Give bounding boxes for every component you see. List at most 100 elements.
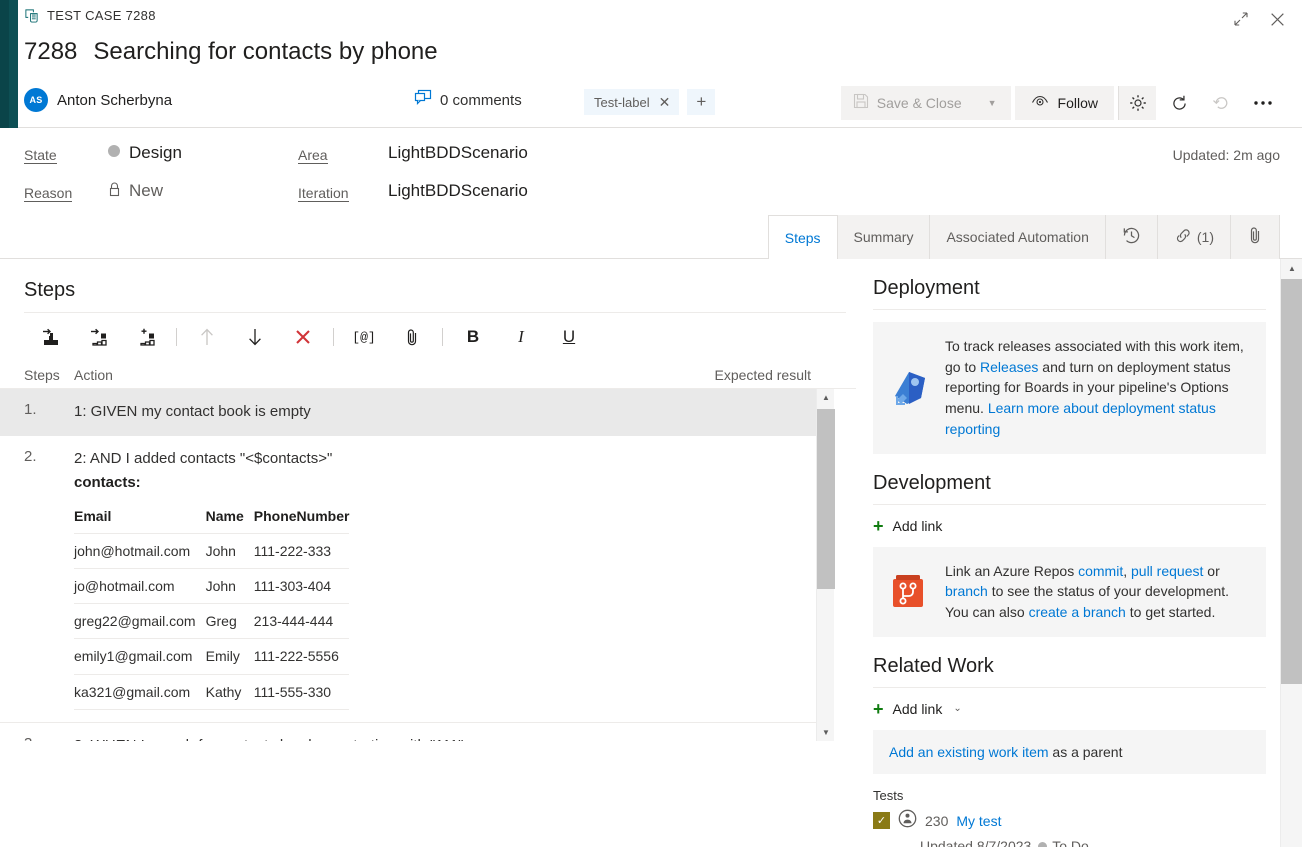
move-up-icon	[183, 317, 231, 357]
add-tag-button[interactable]: +	[687, 89, 716, 115]
cell-phone: 111-222-333	[253, 533, 350, 569]
header-actions: Save & Close ▼ Follow	[840, 86, 1282, 120]
table-row: john@hotmail.com John 111-222-333	[74, 533, 350, 569]
plus-icon: +	[873, 515, 884, 536]
cell-email: jo@hotmail.com	[74, 568, 206, 605]
scroll-up-icon[interactable]: ▲	[1281, 259, 1302, 277]
table-row[interactable]: 3. 3: WHEN I search for contacts by phon…	[0, 723, 816, 741]
work-item-title[interactable]: Searching for contacts by phone	[93, 38, 437, 66]
move-down-icon[interactable]	[231, 317, 279, 357]
table-row: ka321@gmail.com Kathy 111-555-330	[74, 674, 350, 711]
test-status-check-icon[interactable]: ✓	[873, 812, 890, 830]
test-name-link[interactable]: My test	[956, 813, 1001, 829]
related-work-section-title: Related Work	[873, 654, 994, 677]
development-info-text: Link an Azure Repos commit, pull request…	[945, 561, 1250, 623]
scroll-down-icon[interactable]: ▼	[817, 724, 835, 741]
table-row: emily1@gmail.com Emily 111-222-5556	[74, 638, 350, 675]
window-controls	[1224, 4, 1294, 34]
area-field-value[interactable]: LightBDDScenario	[388, 143, 528, 163]
related-work-add-link-button[interactable]: + Add link ⌄	[873, 700, 1280, 718]
undo-icon	[1202, 86, 1240, 120]
step-action[interactable]: 3: WHEN I search for contacts by phone s…	[74, 735, 816, 741]
table-row[interactable]: 1. 1: GIVEN my contact book is empty	[0, 389, 816, 436]
comments-count-label: 0 comments	[440, 91, 522, 109]
step-action-text: 2: AND I added contacts "<$contacts>"	[74, 449, 333, 467]
italic-icon[interactable]: I	[497, 317, 545, 357]
step-number: 1.	[24, 401, 37, 418]
save-icon	[853, 93, 869, 114]
chevron-down-icon[interactable]: ▼	[976, 98, 1009, 108]
attach-icon[interactable]	[388, 317, 436, 357]
cell-name: Greg	[205, 603, 254, 640]
scrollbar-thumb[interactable]	[817, 409, 835, 589]
scroll-up-icon[interactable]: ▲	[817, 389, 835, 406]
chevron-down-icon[interactable]: ⌄	[953, 703, 961, 714]
development-text-3: or	[1203, 562, 1220, 579]
underline-icon[interactable]: U	[545, 317, 593, 357]
cell-email: ka321@gmail.com	[74, 674, 206, 711]
tab-history[interactable]	[1104, 215, 1157, 259]
state-dot-icon	[1038, 841, 1048, 847]
add-existing-work-item-link[interactable]: Add an existing work item	[889, 744, 1049, 760]
more-actions-icon[interactable]	[1244, 86, 1282, 120]
cell-phone: 213-444-444	[253, 603, 350, 640]
test-id: 230	[925, 812, 949, 829]
work-item-meta-row: AS Anton Scherbyna 0 comments Test-label…	[24, 86, 1292, 124]
create-a-branch-link[interactable]: create a branch	[1029, 604, 1126, 620]
table-row: jo@hotmail.com John 111-303-404	[74, 568, 350, 605]
table-row[interactable]: 2. 2: AND I added contacts "<$contacts>"…	[0, 436, 816, 724]
test-case-small-icon	[898, 809, 917, 833]
collapse-icon[interactable]	[1224, 4, 1258, 34]
follow-eye-icon	[1031, 94, 1049, 113]
insert-shared-step-icon[interactable]	[74, 317, 122, 357]
releases-link[interactable]: Releases	[980, 359, 1038, 375]
comments-link[interactable]: 0 comments	[414, 89, 522, 111]
step-action[interactable]: 1: GIVEN my contact book is empty	[74, 401, 816, 423]
follow-button[interactable]: Follow	[1014, 86, 1114, 120]
pull-request-link[interactable]: pull request	[1131, 563, 1203, 579]
scrollbar-thumb[interactable]	[1281, 279, 1302, 684]
work-item-type-row: TEST CASE 7288	[24, 8, 156, 23]
tag-remove-icon[interactable]: ✕	[659, 95, 671, 109]
save-and-close-button[interactable]: Save & Close ▼	[840, 86, 1011, 120]
test-updated-date: Updated 8/7/2023,	[920, 837, 1036, 847]
refresh-icon[interactable]	[1160, 86, 1198, 120]
tab-steps[interactable]: Steps	[767, 215, 837, 260]
step-parameter-title: contacts:	[74, 473, 141, 491]
delete-icon[interactable]	[279, 317, 327, 357]
test-case-icon	[24, 8, 39, 23]
bold-icon[interactable]: B	[449, 317, 497, 357]
steps-vertical-scrollbar[interactable]: ▲ ▼	[816, 389, 835, 741]
development-add-link-button[interactable]: + Add link	[873, 517, 1280, 535]
state-field-value[interactable]: Design	[108, 143, 182, 163]
tab-associated-automation[interactable]: Associated Automation	[929, 215, 1105, 259]
mention-icon[interactable]: [@]	[340, 317, 388, 357]
commit-link[interactable]: commit	[1078, 563, 1123, 579]
test-state: To Do	[1052, 837, 1089, 847]
list-item[interactable]: ✓ 230 My test	[873, 809, 1280, 833]
tag-label: Test-label	[594, 94, 650, 110]
area-field-label: Area	[298, 147, 328, 164]
cell-email: greg22@gmail.com	[74, 603, 206, 640]
steps-column-header: Steps	[24, 366, 60, 383]
table-header-row: Email Name PhoneNumber	[74, 503, 350, 534]
toolbar-separator	[333, 328, 334, 346]
iteration-field-value[interactable]: LightBDDScenario	[388, 181, 528, 201]
assigned-to[interactable]: AS Anton Scherbyna	[24, 88, 172, 112]
tab-attachments[interactable]	[1230, 215, 1280, 259]
steps-toolbar: [@] B I U	[0, 313, 856, 361]
add-step-icon[interactable]	[122, 317, 170, 357]
gear-icon[interactable]	[1118, 86, 1156, 120]
branch-link[interactable]: branch	[945, 583, 988, 599]
insert-step-icon[interactable]	[26, 317, 74, 357]
close-icon[interactable]	[1260, 4, 1294, 34]
step-action[interactable]: 2: AND I added contacts "<$contacts>" co…	[74, 448, 816, 711]
column-header-phonenumber: PhoneNumber	[253, 503, 350, 534]
page-vertical-scrollbar[interactable]: ▲	[1280, 259, 1302, 847]
tag-chip[interactable]: Test-label ✕	[584, 89, 680, 115]
cell-name: Emily	[205, 638, 254, 675]
azure-pipelines-icon	[887, 336, 931, 440]
tab-summary[interactable]: Summary	[836, 215, 930, 259]
save-and-close-label: Save & Close	[876, 95, 962, 111]
tab-links[interactable]: (1)	[1156, 215, 1230, 259]
